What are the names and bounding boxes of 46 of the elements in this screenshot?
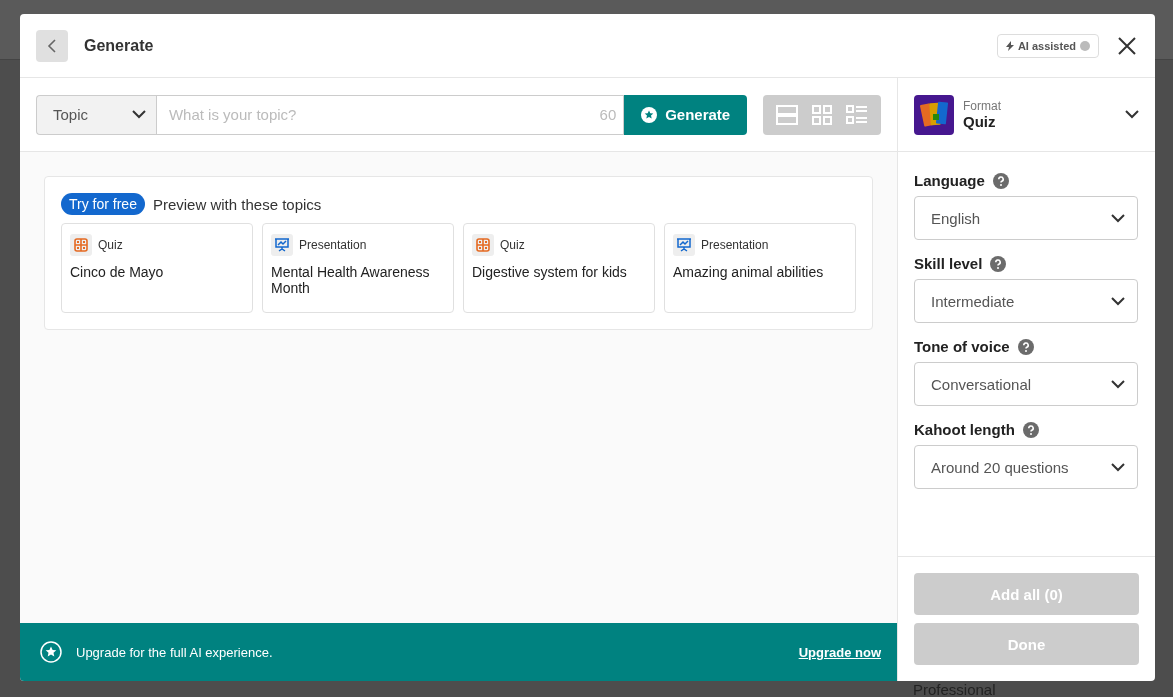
quiz-grid-icon (472, 234, 494, 256)
setting-label: Language (914, 172, 985, 189)
topic-title: Mental Health Awareness Month (271, 264, 431, 296)
format-label: Format (963, 99, 1002, 113)
format-select[interactable]: Format Quiz (898, 78, 1155, 152)
topic-type-select[interactable]: Topic (36, 94, 156, 135)
topic-type-label: Quiz (98, 238, 123, 252)
topic-card[interactable]: Presentation Amazing animal abilities (664, 223, 856, 313)
chevron-down-icon (1111, 379, 1125, 389)
topic-card[interactable]: Quiz Cinco de Mayo (61, 223, 253, 313)
topic-type-label: Presentation (701, 238, 769, 252)
topic-type-label: Quiz (500, 238, 525, 252)
try-for-free-badge: Try for free (61, 193, 145, 215)
chevron-down-icon (1111, 296, 1125, 306)
topic-card[interactable]: Quiz Digestive system for kids (463, 223, 655, 313)
topic-title: Digestive system for kids (472, 264, 628, 280)
setting-label: Tone of voice (914, 338, 1010, 355)
setting-label: Skill level (914, 255, 983, 272)
upgrade-message: Upgrade for the full AI experience. (76, 644, 274, 660)
presentation-board-icon (271, 234, 293, 256)
upgrade-now-link[interactable]: Upgrade now (798, 644, 881, 660)
lightning-icon (1005, 40, 1014, 51)
topic-title: Amazing animal abilities (673, 264, 825, 280)
character-count: 60 (599, 105, 617, 123)
presentation-board-icon (673, 234, 695, 256)
topic-card[interactable]: Presentation Mental Health Awareness Month (262, 223, 454, 313)
quiz-grid-icon (70, 234, 92, 256)
preview-heading: Preview with these topics (152, 195, 322, 213)
setting-label: Kahoot length (914, 421, 1015, 438)
chevron-down-icon (1111, 462, 1125, 472)
setting-select[interactable]: Conversational (914, 362, 1138, 406)
topic-type-label: Presentation (299, 238, 367, 252)
chevron-down-icon (1111, 213, 1125, 223)
back-icon (47, 37, 57, 54)
format-value: Quiz (963, 113, 997, 130)
chevron-down-icon (1125, 110, 1139, 119)
setting-select[interactable]: English (914, 196, 1138, 240)
topic-title: Cinco de Mayo (70, 264, 165, 280)
setting-select[interactable]: Intermediate (914, 279, 1138, 323)
generate-button[interactable]: Generate (624, 94, 748, 135)
dialog-title: Generate (84, 36, 155, 55)
back-button[interactable] (36, 29, 68, 62)
setting-select[interactable]: Around 20 questions (914, 445, 1138, 489)
chevron-down-icon (131, 110, 146, 119)
ai-assisted-badge: AI assisted (996, 33, 1099, 58)
cards-icon (914, 94, 954, 135)
